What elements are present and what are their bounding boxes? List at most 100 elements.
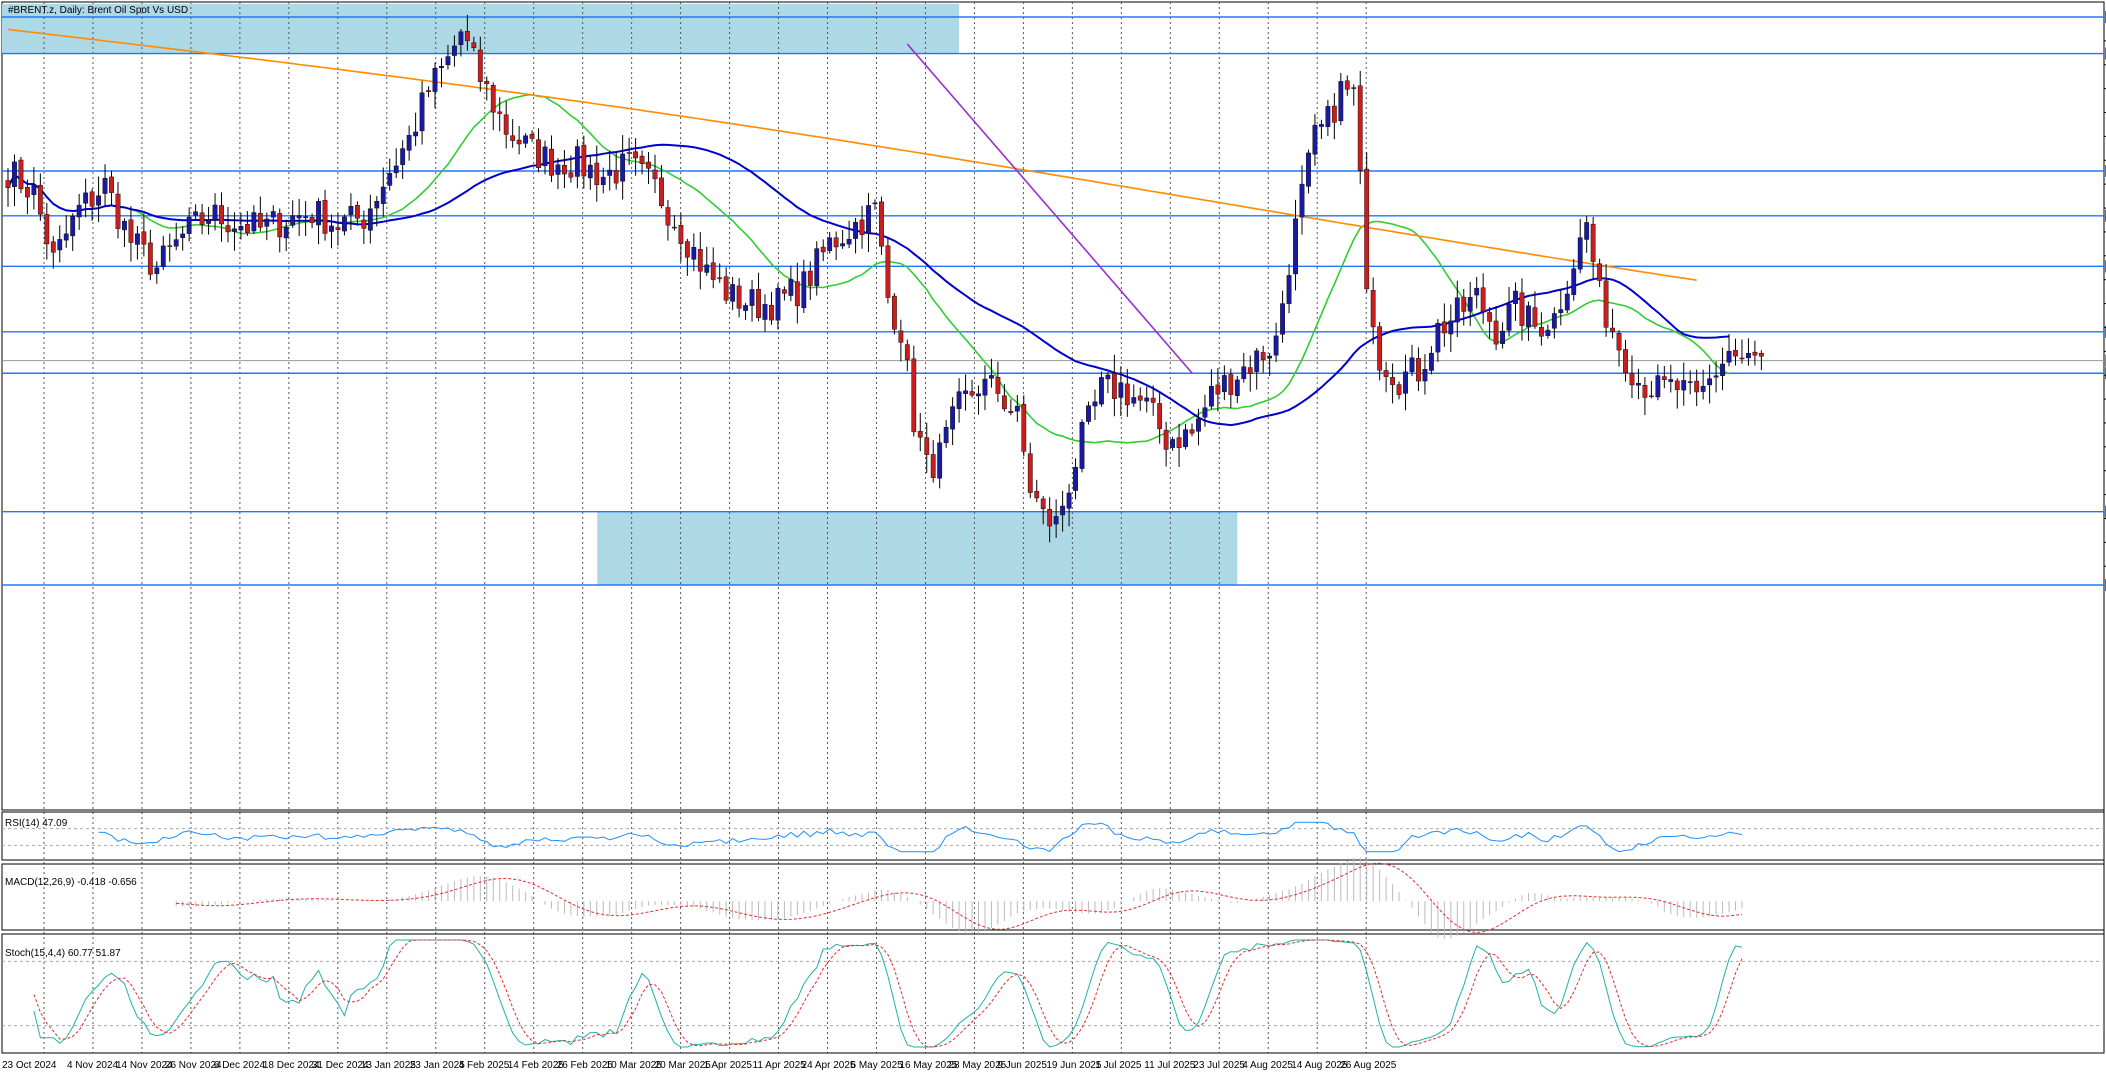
candle-down [1519, 292, 1525, 326]
chart-canvas[interactable]: 81.5180.0175.1973.3571.2868.5966.8961.21… [0, 0, 2106, 1073]
candle-down [969, 391, 975, 396]
candle-up [380, 186, 386, 204]
candle-up [122, 220, 127, 231]
candle-up [296, 215, 302, 219]
candle-down [833, 237, 839, 248]
candle-up [1319, 124, 1324, 127]
candle-up [206, 220, 211, 224]
candle-up [853, 221, 858, 239]
candle-up [387, 173, 393, 186]
candle-up [872, 202, 878, 205]
candle-up [1720, 363, 1725, 376]
x-tick-label: 24 Apr 2025 [802, 1060, 856, 1071]
candle-down [769, 304, 774, 321]
candle-down [1008, 411, 1014, 414]
candle-up [950, 406, 956, 430]
candle-up [173, 239, 179, 247]
candle-down [697, 249, 703, 272]
candle-up [1707, 378, 1713, 386]
candle-up [1454, 297, 1460, 323]
candle-down [659, 177, 664, 207]
candle-up [1403, 371, 1408, 394]
candle-up [96, 195, 101, 206]
candle-down [1441, 321, 1447, 334]
candle-up [1131, 397, 1137, 404]
candle-up [1577, 237, 1583, 270]
candle-up [1073, 466, 1078, 491]
candle-up [743, 305, 748, 311]
candle-up [542, 146, 548, 167]
candle-up [212, 204, 218, 221]
candle-up [238, 225, 244, 231]
candle-up [1435, 322, 1441, 353]
candle-up [1526, 305, 1531, 328]
candle-up [1118, 382, 1124, 398]
candle-down [25, 187, 30, 198]
candle-up [1293, 218, 1298, 275]
candle-up [840, 243, 846, 247]
x-tick-label: 23 Jul 2025 [1193, 1060, 1245, 1071]
stoch-label: Stoch(15,4,4) 60.77 51.87 [5, 948, 121, 959]
candle-up [1681, 380, 1687, 391]
candle-down [807, 270, 813, 286]
candle-up [814, 248, 820, 286]
candle-up [704, 264, 710, 273]
candle-up [1086, 405, 1091, 422]
candle-down [1111, 373, 1117, 399]
candle-down [930, 454, 936, 478]
candle-down [613, 170, 619, 184]
candle-down [1648, 395, 1654, 398]
candle-up [1687, 381, 1693, 383]
candle-up [956, 391, 962, 409]
candle-down [1661, 376, 1667, 380]
candle-down [1189, 429, 1195, 434]
candle-up [1234, 379, 1240, 396]
chart-window: 81.5180.0175.1973.3571.2868.5966.8961.21… [0, 0, 2106, 1073]
candle-down [484, 80, 490, 85]
candle-up [749, 289, 755, 306]
x-tick-label: 11 Apr 2025 [753, 1060, 807, 1071]
candle-down [1629, 373, 1635, 386]
x-tick-label: 6 Dec 2024 [214, 1060, 266, 1071]
candle-down [497, 111, 503, 114]
candle-down [1228, 374, 1234, 395]
candle-up [1409, 357, 1415, 372]
candle-down [1590, 223, 1596, 262]
candle-up [251, 212, 257, 232]
candle-down [1616, 333, 1622, 351]
candle-up [1474, 287, 1480, 296]
candle-up [439, 66, 444, 68]
candle-down [244, 224, 250, 233]
candle-down [891, 295, 897, 330]
candle-up [1713, 375, 1719, 378]
candle-down [633, 151, 638, 159]
candle-down [710, 262, 716, 280]
candle-up [1254, 350, 1260, 372]
candle-down [652, 169, 658, 180]
candle-up [1551, 313, 1557, 329]
candle-up [303, 216, 309, 218]
candle-up [1726, 350, 1732, 363]
x-tick-label: 4 Aug 2025 [1242, 1060, 1293, 1071]
candle-up [1558, 309, 1564, 313]
candle-up [1448, 320, 1454, 335]
candle-down [672, 226, 677, 229]
candle-down [1176, 437, 1182, 448]
candle-up [264, 218, 270, 227]
candle-down [904, 344, 910, 361]
candle-down [1597, 263, 1603, 281]
candle-down [1163, 429, 1169, 450]
candle-up [691, 246, 697, 260]
candle-down [549, 148, 554, 176]
candle-down [794, 281, 800, 307]
candle-down [1137, 395, 1143, 401]
candle-down [1027, 453, 1033, 493]
candle-up [1306, 152, 1311, 187]
candle-up [283, 227, 289, 239]
candle-down [361, 219, 367, 229]
candle-up [413, 131, 419, 137]
candle-down [44, 214, 50, 245]
candle-down [516, 139, 522, 145]
x-tick-label: 19 Jun 2025 [1046, 1060, 1101, 1071]
candle-down [1642, 385, 1648, 398]
